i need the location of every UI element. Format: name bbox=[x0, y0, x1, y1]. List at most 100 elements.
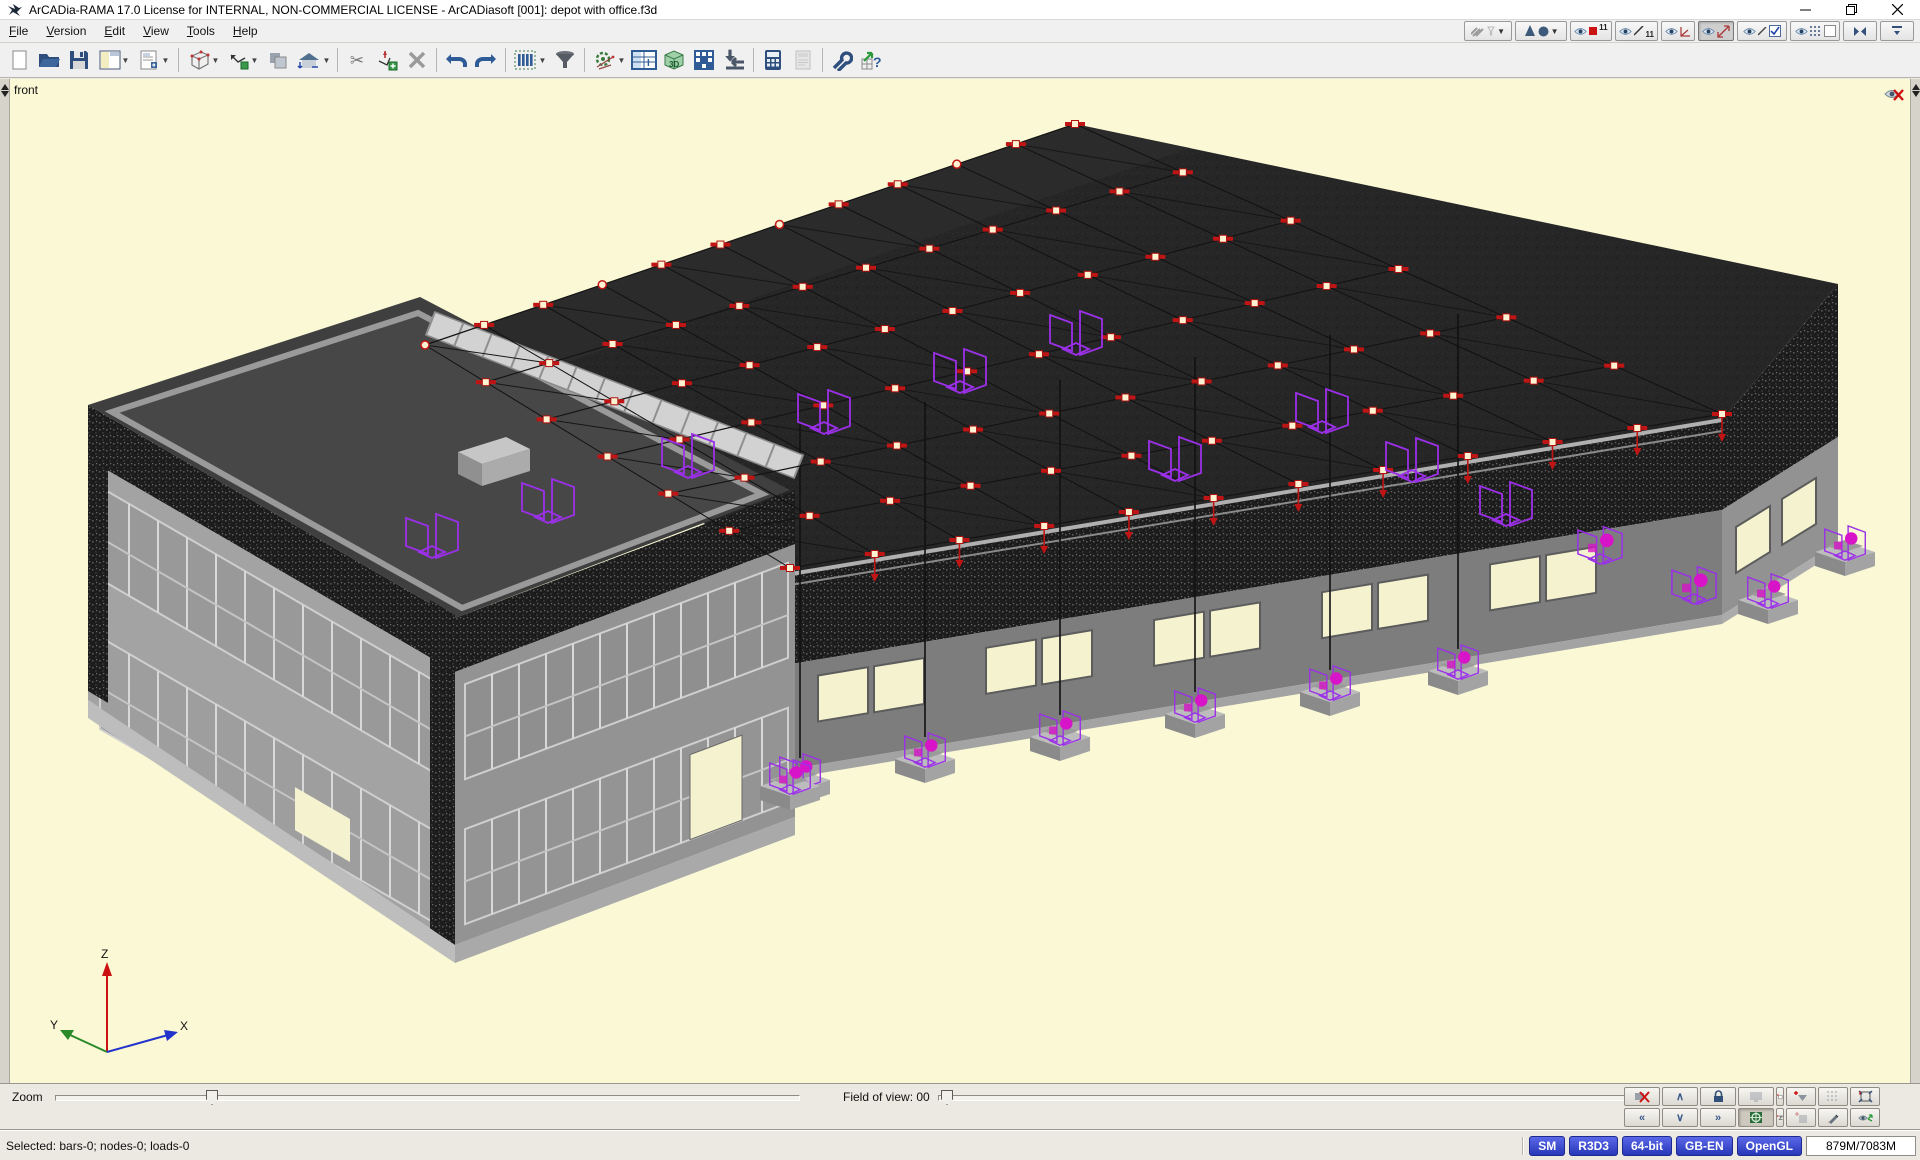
load-node[interactable] bbox=[665, 490, 672, 497]
undo-icon[interactable] bbox=[441, 45, 471, 75]
filter-icon[interactable] bbox=[550, 45, 580, 75]
load-node[interactable] bbox=[871, 551, 878, 558]
menu-edit[interactable]: Edit bbox=[95, 21, 134, 41]
result-tables-icon[interactable]: I bbox=[629, 45, 659, 75]
hall-window[interactable] bbox=[874, 658, 924, 712]
hall-window[interactable] bbox=[1210, 602, 1260, 656]
load-node[interactable] bbox=[799, 283, 806, 290]
load-node[interactable] bbox=[1046, 410, 1053, 417]
load-node[interactable] bbox=[1116, 188, 1123, 195]
zoom-slider-thumb[interactable] bbox=[206, 1090, 218, 1105]
collapse-toolbar-button[interactable] bbox=[1880, 21, 1914, 41]
hall-window[interactable] bbox=[1490, 556, 1540, 610]
load-node[interactable] bbox=[1427, 330, 1434, 337]
load-node[interactable] bbox=[611, 398, 618, 405]
show-mesh-toggle[interactable] bbox=[1790, 21, 1840, 41]
new-document-icon[interactable] bbox=[4, 45, 34, 75]
menu-help[interactable]: Help bbox=[224, 21, 267, 41]
load-node[interactable] bbox=[1107, 334, 1114, 341]
hall-window[interactable] bbox=[986, 640, 1036, 694]
load-node[interactable] bbox=[1719, 411, 1726, 418]
delete-icon[interactable] bbox=[402, 45, 432, 75]
zoom-extents-button[interactable] bbox=[1850, 1087, 1880, 1106]
load-node[interactable] bbox=[863, 264, 870, 271]
badge-sm[interactable]: SM bbox=[1529, 1136, 1565, 1156]
load-node[interactable] bbox=[1289, 422, 1296, 429]
add-selection-icon[interactable] bbox=[372, 45, 402, 75]
load-node[interactable] bbox=[604, 453, 611, 460]
hall-window[interactable] bbox=[1042, 630, 1092, 684]
grid-toggle-button[interactable] bbox=[1818, 1087, 1848, 1106]
hall-window[interactable] bbox=[818, 667, 868, 721]
load-node[interactable] bbox=[1450, 392, 1457, 399]
load-node[interactable] bbox=[949, 307, 956, 314]
load-node[interactable] bbox=[1012, 141, 1019, 148]
load-node[interactable] bbox=[1634, 425, 1641, 432]
load-node[interactable] bbox=[1295, 481, 1302, 488]
load-node[interactable] bbox=[814, 344, 821, 351]
pan-left-button[interactable]: « bbox=[1624, 1108, 1660, 1127]
load-node[interactable] bbox=[1122, 394, 1129, 401]
load-node[interactable] bbox=[1179, 169, 1186, 176]
load-node[interactable] bbox=[881, 326, 888, 333]
open-file-icon[interactable] bbox=[34, 45, 64, 75]
zoom-out-button[interactable] bbox=[1786, 1087, 1816, 1106]
load-node[interactable] bbox=[1251, 300, 1258, 307]
load-node[interactable] bbox=[893, 442, 900, 449]
load-node[interactable] bbox=[1152, 253, 1159, 260]
flip-view-button[interactable] bbox=[1843, 21, 1877, 41]
load-node[interactable] bbox=[1208, 437, 1215, 444]
design-gears-dropdown[interactable]: ▼ bbox=[589, 45, 629, 75]
ridge-node[interactable] bbox=[953, 160, 961, 168]
menu-view[interactable]: View bbox=[134, 21, 178, 41]
load-node[interactable] bbox=[892, 385, 899, 392]
report-print-icon[interactable] bbox=[788, 45, 818, 75]
close-icon[interactable] bbox=[1874, 0, 1920, 19]
splitter-arrows[interactable] bbox=[1912, 84, 1920, 97]
merge-bars-icon[interactable] bbox=[719, 45, 749, 75]
badge-r3d3[interactable]: R3D3 bbox=[1569, 1136, 1618, 1156]
pan-up-button[interactable]: ∧ bbox=[1662, 1087, 1698, 1106]
ridge-node[interactable] bbox=[421, 341, 429, 349]
edit-pencil-button[interactable] bbox=[1818, 1108, 1848, 1127]
project-panels-dropdown[interactable]: ▼ bbox=[94, 45, 134, 75]
load-node[interactable] bbox=[676, 436, 683, 443]
close-view-icon[interactable] bbox=[1884, 87, 1904, 107]
settings-wrench-icon[interactable] bbox=[827, 45, 857, 75]
restore-icon[interactable] bbox=[1828, 0, 1874, 19]
load-node[interactable] bbox=[1198, 378, 1205, 385]
load-node[interactable] bbox=[806, 512, 813, 519]
load-node[interactable] bbox=[1323, 283, 1330, 290]
load-node[interactable] bbox=[741, 474, 748, 481]
fov-slider[interactable] bbox=[938, 1095, 1638, 1101]
show-loads-button[interactable] bbox=[1698, 21, 1734, 41]
center-view-button[interactable] bbox=[1738, 1108, 1774, 1127]
draw-bar-dropdown[interactable]: ▼ bbox=[223, 45, 263, 75]
load-node[interactable] bbox=[787, 565, 794, 572]
snap-grid-button[interactable] bbox=[1786, 1108, 1816, 1127]
shading-mode-dropdown[interactable]: ▼ bbox=[1515, 21, 1567, 41]
load-node[interactable] bbox=[1017, 289, 1024, 296]
load-node[interactable] bbox=[967, 482, 974, 489]
load-node[interactable] bbox=[1503, 314, 1510, 321]
load-node[interactable] bbox=[1611, 362, 1618, 369]
fov-slider-thumb[interactable] bbox=[941, 1090, 953, 1105]
zoom-vertical-button[interactable] bbox=[1776, 1108, 1784, 1127]
load-node[interactable] bbox=[678, 380, 685, 387]
save-file-icon[interactable] bbox=[64, 45, 94, 75]
load-node[interactable] bbox=[609, 341, 616, 348]
load-node[interactable] bbox=[540, 301, 547, 308]
load-node[interactable] bbox=[543, 416, 550, 423]
redo-icon[interactable] bbox=[471, 45, 501, 75]
show-bars-toggle[interactable] bbox=[1737, 21, 1787, 41]
load-node[interactable] bbox=[717, 241, 724, 248]
minimize-icon[interactable] bbox=[1782, 0, 1828, 19]
ridge-node[interactable] bbox=[598, 281, 606, 289]
load-node[interactable] bbox=[1530, 377, 1537, 384]
render-grid-icon[interactable] bbox=[689, 45, 719, 75]
viewport-3d[interactable]: Z Y X front bbox=[0, 79, 1920, 1083]
3d-frame-dropdown[interactable]: ▼ bbox=[183, 45, 223, 75]
load-node[interactable] bbox=[1072, 121, 1079, 128]
load-node[interactable] bbox=[736, 302, 743, 309]
hall-window[interactable] bbox=[1154, 612, 1204, 666]
